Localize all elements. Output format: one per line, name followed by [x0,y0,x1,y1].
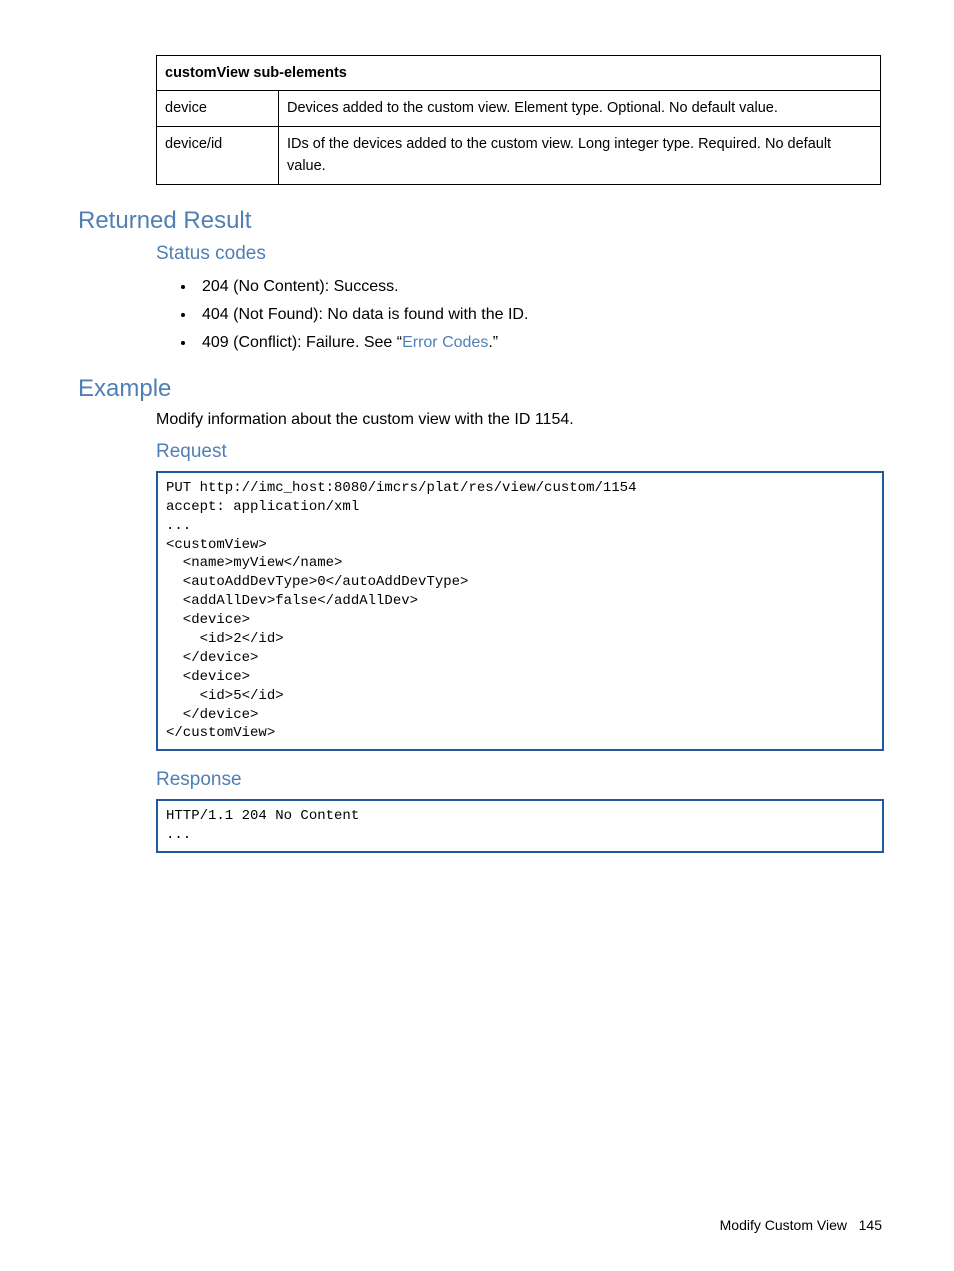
subelements-table: customView sub-elements device Devices a… [156,55,881,185]
table-row: device/id IDs of the devices added to th… [157,126,881,184]
response-heading: Response [156,769,882,791]
status-codes-heading: Status codes [156,243,882,265]
status-code-item: 204 (No Content): Success. [196,273,882,301]
page-footer: Modify Custom View 145 [720,1217,882,1233]
request-code-block: PUT http://imc_host:8080/imcrs/plat/res/… [156,471,884,751]
status-code-item: 404 (Not Found): No data is found with t… [196,301,882,329]
example-intro: Modify information about the custom view… [156,411,882,429]
table-cell-desc: IDs of the devices added to the custom v… [279,126,881,184]
table-row: device Devices added to the custom view.… [157,91,881,126]
returned-result-heading: Returned Result [78,207,882,235]
response-code-block: HTTP/1.1 204 No Content ... [156,799,884,853]
status-code-suffix: .” [488,334,498,351]
table-header: customView sub-elements [157,56,881,91]
error-codes-link[interactable]: Error Codes [402,334,488,351]
footer-page-number: 145 [859,1217,882,1233]
table-cell-name: device/id [157,126,279,184]
table-cell-name: device [157,91,279,126]
status-code-prefix: 409 (Conflict): Failure. See “ [202,334,402,351]
status-code-item: 409 (Conflict): Failure. See “Error Code… [196,329,882,357]
example-heading: Example [78,375,882,403]
footer-title: Modify Custom View [720,1217,847,1233]
table-cell-desc: Devices added to the custom view. Elemen… [279,91,881,126]
request-heading: Request [156,441,882,463]
status-codes-list: 204 (No Content): Success. 404 (Not Foun… [196,273,882,357]
